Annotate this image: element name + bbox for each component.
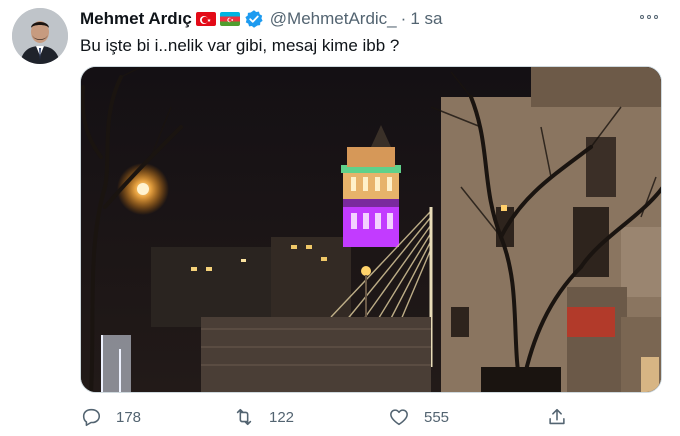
profile-photo: [12, 8, 68, 64]
share-button[interactable]: [546, 402, 568, 432]
heart-icon: [390, 409, 408, 426]
retweet-count: 122: [269, 408, 295, 426]
tweet-timestamp[interactable]: 1 sa: [410, 9, 442, 29]
retweet-icon: [236, 408, 252, 426]
reply-count: 178: [116, 408, 142, 426]
separator-dot: ·: [400, 9, 407, 28]
like-button[interactable]: 555: [388, 402, 449, 432]
retweet-button[interactable]: 122: [233, 402, 294, 432]
more-dot-icon: [640, 15, 644, 19]
avatar[interactable]: [12, 8, 68, 64]
share-icon: [549, 408, 565, 425]
verified-badge-icon: [244, 9, 264, 29]
galata-tower-night-photo: [81, 67, 661, 392]
tweet-header: Mehmet Ardıç @MehmetArdic_ · 1 sa: [80, 8, 650, 30]
azerbaijan-flag-icon: [219, 12, 240, 26]
tweet-photo[interactable]: [80, 66, 662, 393]
tweet-text: Bu işte bi i..nelik var gibi, mesaj kime…: [80, 36, 400, 55]
tweet-actions: 178 122 555: [80, 402, 662, 432]
more-dot-icon: [654, 15, 658, 19]
author-name[interactable]: Mehmet Ardıç: [80, 9, 192, 29]
turkey-flag-icon: [195, 12, 216, 26]
more-dot-icon: [647, 15, 651, 19]
more-options-button[interactable]: [640, 10, 662, 24]
like-count: 555: [424, 408, 450, 426]
reply-button[interactable]: 178: [80, 402, 141, 432]
author-handle[interactable]: @MehmetArdic_: [270, 9, 397, 29]
reply-icon: [82, 408, 101, 427]
